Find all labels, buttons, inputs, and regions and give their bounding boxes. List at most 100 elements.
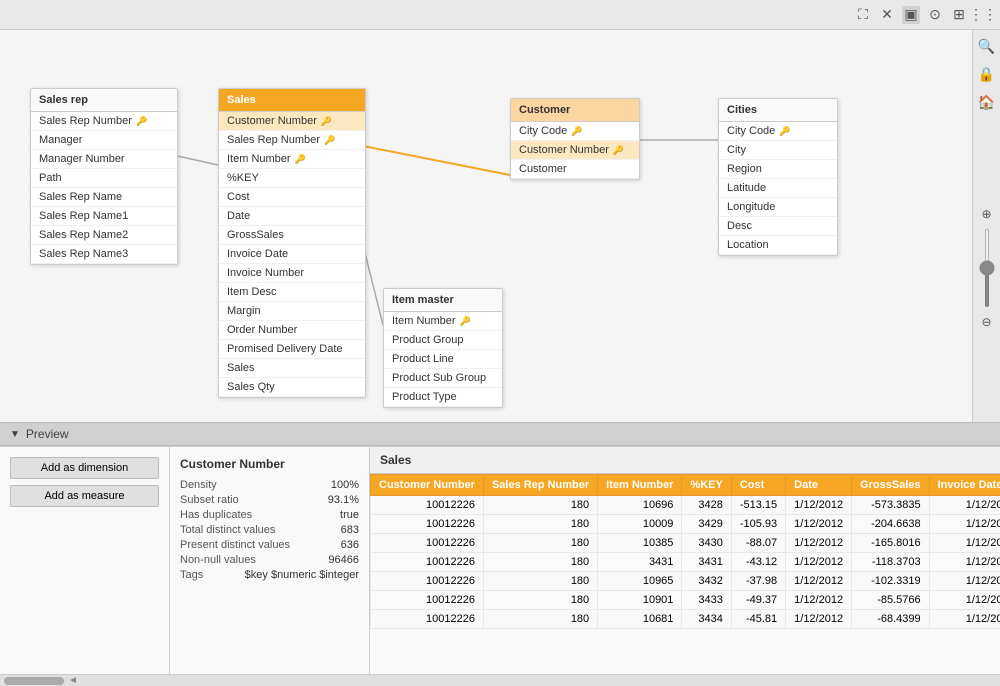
table-cell: 180 <box>483 553 597 572</box>
zoom-slider[interactable] <box>985 228 989 308</box>
field-item-number-im: Item Number 🔑 <box>384 312 502 331</box>
table-cell: -513.15 <box>731 496 785 515</box>
table-customer: Customer City Code 🔑 Customer Number 🔑 C… <box>510 98 640 180</box>
table-cell: 10012226 <box>371 534 484 553</box>
table-cell: 1/12/2012 <box>786 572 852 591</box>
table-cell: 1/12/20 <box>929 515 1000 534</box>
table-row: 10012226180103853430-88.071/12/2012-165.… <box>371 534 1000 553</box>
scroll-label: ◄ <box>68 675 78 686</box>
table-head: Customer NumberSales Rep NumberItem Numb… <box>371 475 1000 496</box>
table-column-header: %KEY <box>682 475 731 496</box>
field-customer: Customer <box>511 160 639 179</box>
table-cell: 10385 <box>598 534 682 553</box>
cities-header: Cities <box>719 99 837 122</box>
table-cell: 10012226 <box>371 591 484 610</box>
zoom-out-icon[interactable]: ⊖ <box>977 312 997 332</box>
table-cell: -204.6638 <box>852 515 930 534</box>
zoom-in-icon[interactable]: ⊕ <box>977 204 997 224</box>
table-cell: -102.3319 <box>852 572 930 591</box>
stat-label: Non-null values <box>180 554 256 566</box>
stat-value: true <box>340 509 359 521</box>
table-cell: -573.3835 <box>852 496 930 515</box>
preview-content: Add as dimension Add as measure Customer… <box>0 447 1000 674</box>
field-desc: Desc <box>719 217 837 236</box>
search-icon[interactable]: 🔍 <box>977 36 997 56</box>
field-sales-rep-name2: Sales Rep Name2 <box>31 226 177 245</box>
table-cell: 3432 <box>682 572 731 591</box>
stat-label: Present distinct values <box>180 539 290 551</box>
table-cell: 10012226 <box>371 553 484 572</box>
table-cell: -105.93 <box>731 515 785 534</box>
table-item-master: Item master Item Number 🔑 Product Group … <box>383 288 503 408</box>
preview-left-panel: Add as dimension Add as measure <box>0 447 170 674</box>
field-item-number: Item Number 🔑 <box>219 150 365 169</box>
field-location: Location <box>719 236 837 255</box>
table-cell: 180 <box>483 572 597 591</box>
stat-row: Total distinct values 683 <box>180 524 359 536</box>
horizontal-scrollbar[interactable]: ◄ <box>0 674 1000 686</box>
add-dimension-button[interactable]: Add as dimension <box>10 457 159 479</box>
table-cell: -88.07 <box>731 534 785 553</box>
table-cell: 180 <box>483 534 597 553</box>
stat-row: Present distinct values 636 <box>180 539 359 551</box>
customer-header: Customer <box>511 99 639 122</box>
table-column-header: Date <box>786 475 852 496</box>
expand-icon[interactable]: ⛶ <box>854 6 872 24</box>
stat-value: 96466 <box>328 554 359 566</box>
field-product-type: Product Type <box>384 388 502 407</box>
table-cell: -165.8016 <box>852 534 930 553</box>
table-sales: Sales Customer Number 🔑 Sales Rep Number… <box>218 88 366 398</box>
scroll-thumb[interactable] <box>4 677 64 685</box>
square-icon[interactable]: ▣ <box>902 6 920 24</box>
field-invoice-number: Invoice Number <box>219 264 365 283</box>
field-city-code-c: City Code 🔑 <box>719 122 837 141</box>
field-margin: Margin <box>219 302 365 321</box>
preview-area: Add as dimension Add as measure Customer… <box>0 446 1000 686</box>
stat-value: 683 <box>341 524 359 536</box>
dots-icon[interactable]: ⊙ <box>926 6 944 24</box>
field-city: City <box>719 141 837 160</box>
preview-middle-panel: Customer Number Density100%Subset ratio9… <box>170 447 370 674</box>
field-gross-sales: GrossSales <box>219 226 365 245</box>
table-cell: 1/12/20 <box>929 610 1000 629</box>
grid-icon[interactable]: ⊞ <box>950 6 968 24</box>
canvas[interactable]: Sales rep Sales Rep Number 🔑 Manager Man… <box>0 30 972 422</box>
preview-right-panel[interactable]: Sales Customer NumberSales Rep NumberIte… <box>370 447 1000 674</box>
stat-label: Density <box>180 479 217 491</box>
table-column-header: Cost <box>731 475 785 496</box>
table-column-header: GrossSales <box>852 475 930 496</box>
apps-icon[interactable]: ⋮⋮ <box>974 6 992 24</box>
field-product-group: Product Group <box>384 331 502 350</box>
lock-icon[interactable]: 🔒 <box>977 64 997 84</box>
toolbar: ⛶ ✕ ▣ ⊙ ⊞ ⋮⋮ <box>0 0 1000 30</box>
field-customer-number-c: Customer Number 🔑 <box>511 141 639 160</box>
add-measure-button[interactable]: Add as measure <box>10 485 159 507</box>
stat-label: Total distinct values <box>180 524 275 536</box>
field-date: Date <box>219 207 365 226</box>
sales-rep-header: Sales rep <box>31 89 177 112</box>
stat-value: 636 <box>341 539 359 551</box>
table-cell: 10681 <box>598 610 682 629</box>
table-cities: Cities City Code 🔑 City Region Latitude … <box>718 98 838 256</box>
table-cell: 10965 <box>598 572 682 591</box>
table-body: 10012226180106963428-513.151/12/2012-573… <box>371 496 1000 629</box>
field-order-number: Order Number <box>219 321 365 340</box>
table-cell: 3434 <box>682 610 731 629</box>
field-sales-rep-number: Sales Rep Number 🔑 <box>219 131 365 150</box>
field-invoice-date: Invoice Date <box>219 245 365 264</box>
stat-value: 93.1% <box>328 494 359 506</box>
table-cell: 1/12/20 <box>929 534 1000 553</box>
field-sales: Sales <box>219 359 365 378</box>
sales-header: Sales <box>219 89 365 112</box>
table-column-header: Item Number <box>598 475 682 496</box>
table-cell: 10012226 <box>371 572 484 591</box>
preview-divider[interactable]: ▼ Preview <box>0 422 1000 446</box>
table-cell: 10696 <box>598 496 682 515</box>
field-region: Region <box>719 160 837 179</box>
divider-arrow: ▼ <box>10 429 20 440</box>
stat-value: 100% <box>331 479 359 491</box>
close-x-icon[interactable]: ✕ <box>878 6 896 24</box>
field-sales-rep-name3: Sales Rep Name3 <box>31 245 177 264</box>
stat-label: Subset ratio <box>180 494 239 506</box>
home-icon[interactable]: 🏠 <box>977 92 997 112</box>
